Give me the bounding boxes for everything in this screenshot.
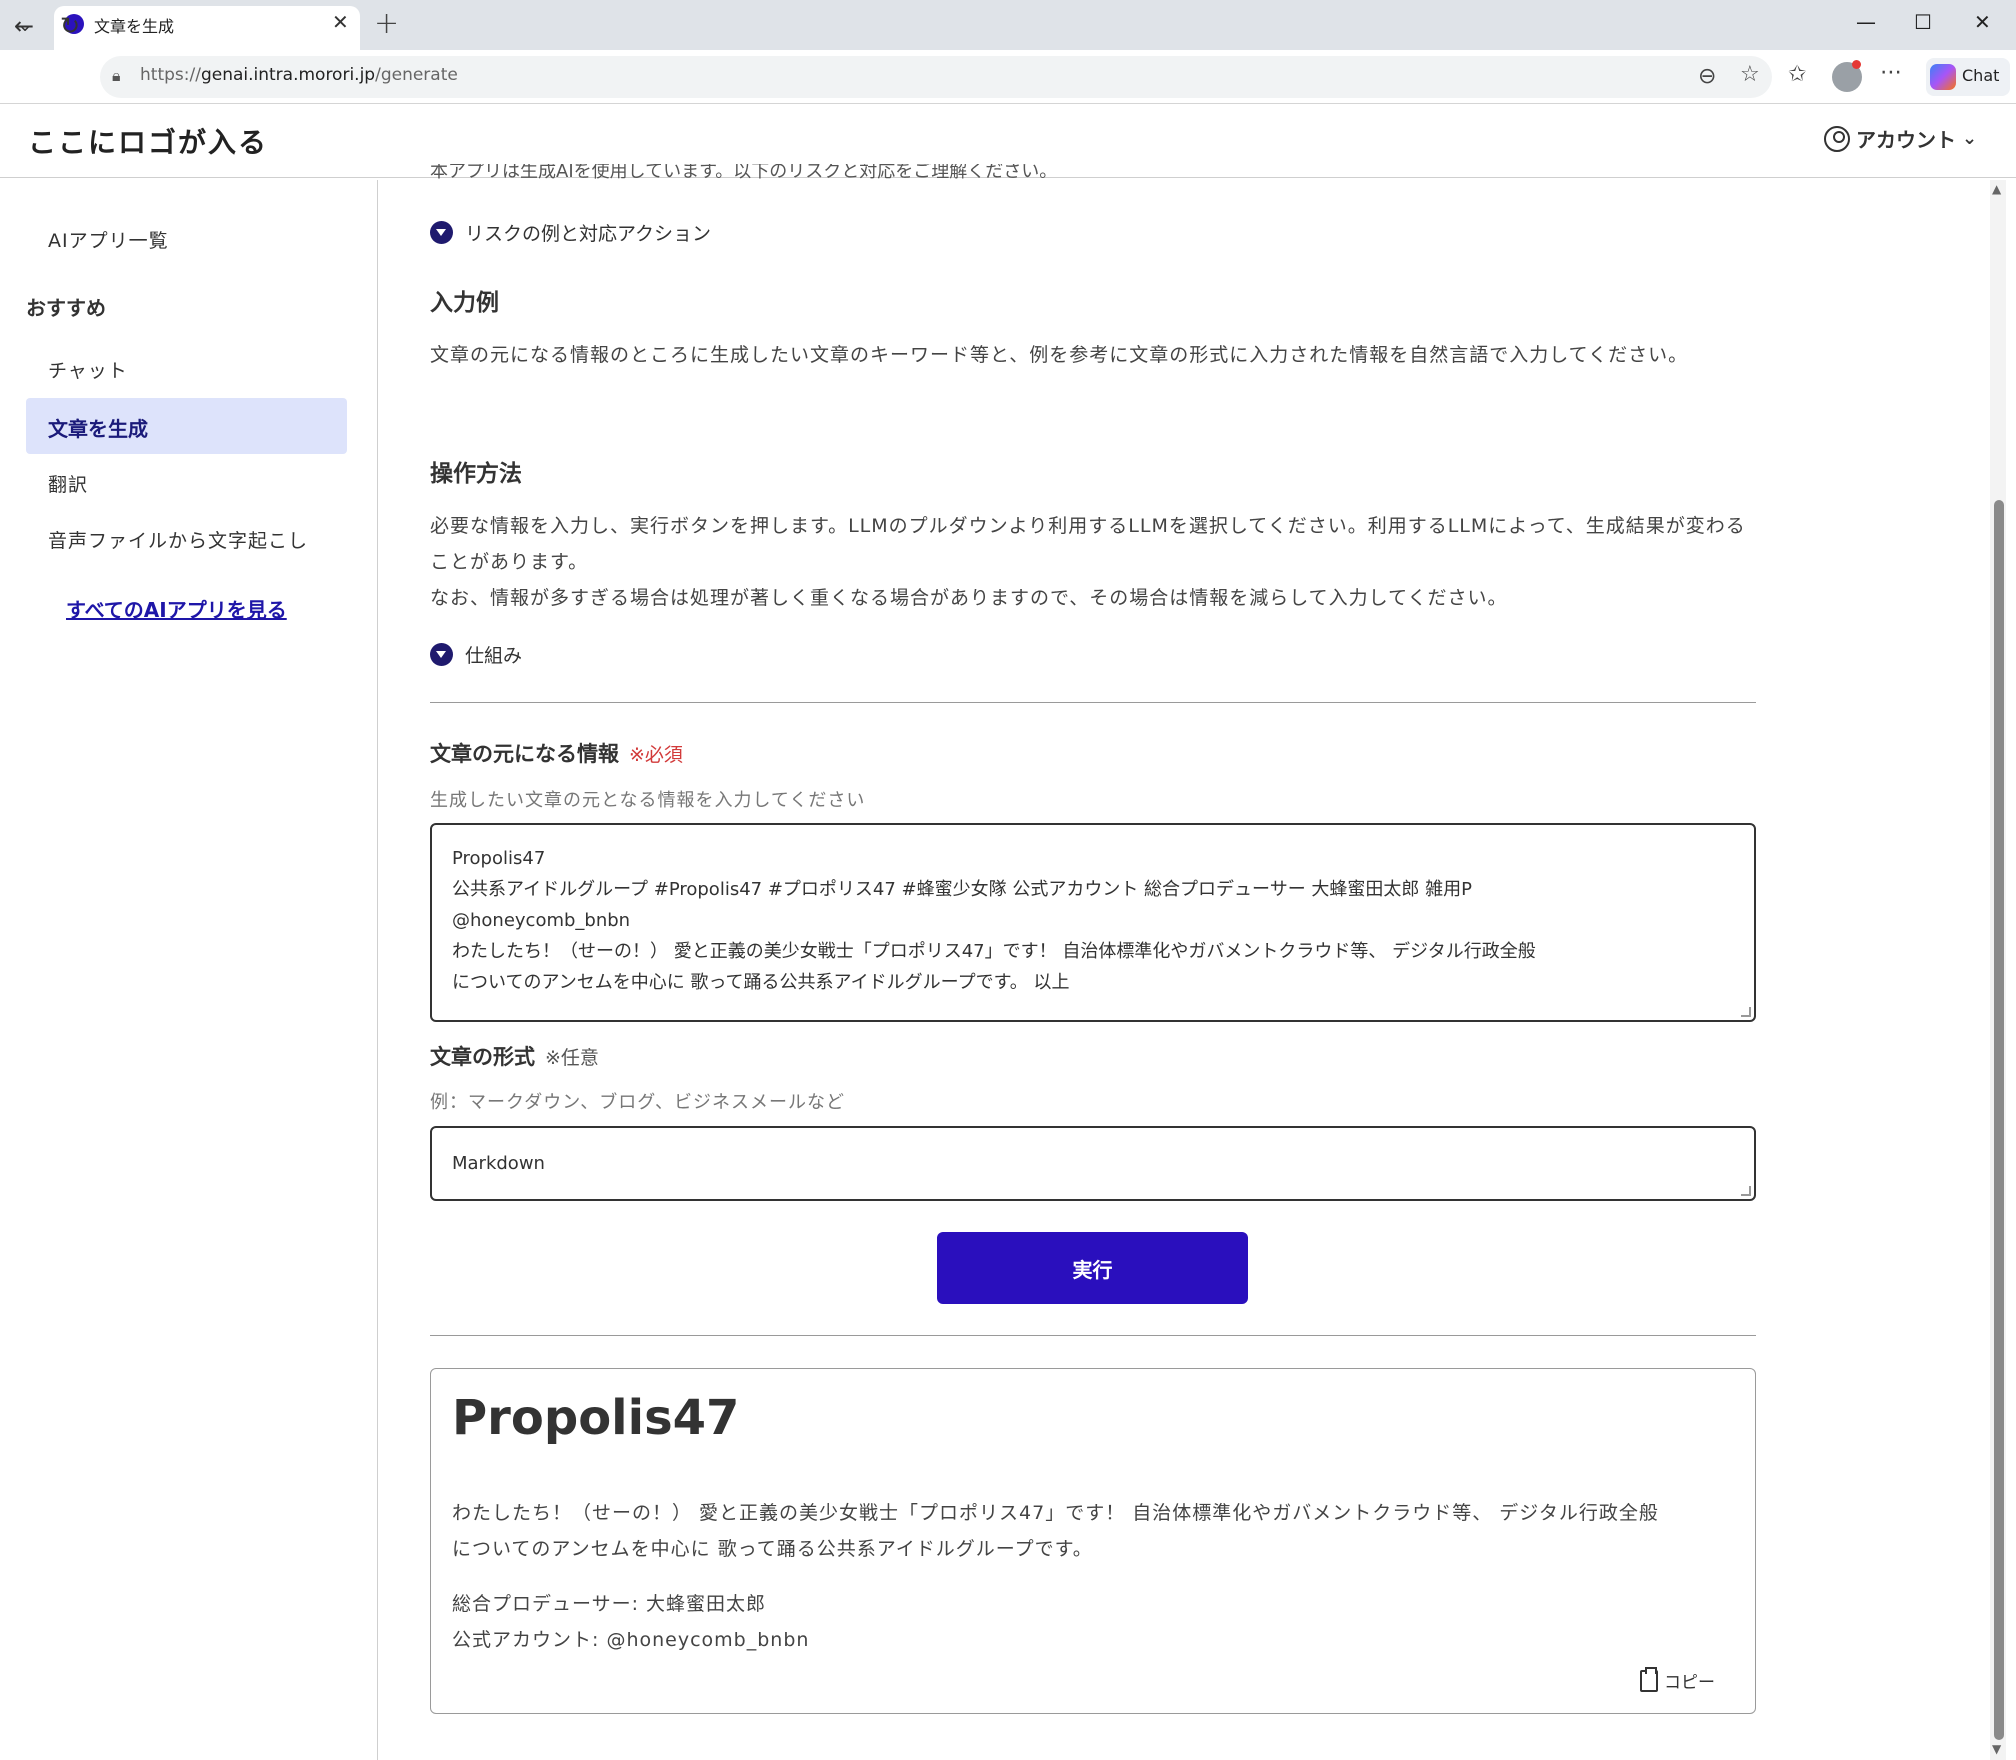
input-example-heading: 入力例 [430, 290, 499, 316]
section-divider [430, 702, 1756, 703]
tab-title: 文章を生成 [94, 17, 175, 36]
page-scrollbar-thumb[interactable] [1994, 500, 2004, 1740]
sidebar-item-chat[interactable]: チャット [48, 356, 128, 383]
mechanism-toggle-label: 仕組み [465, 645, 523, 667]
chevron-down-circle-icon [430, 643, 453, 666]
textarea-line: @honeycomb_bnbn [452, 910, 631, 931]
reader-mode-icon[interactable]: ⊖ [1698, 64, 1716, 89]
optional-badge: ※任意 [545, 1047, 599, 1069]
app-logo[interactable]: ここにロゴが入る [28, 121, 268, 161]
scroll-up-arrow-icon[interactable]: ▲ [1992, 182, 2001, 196]
scroll-down-arrow-icon[interactable]: ▼ [1992, 1742, 2001, 1756]
chevron-down-circle-icon [430, 221, 453, 244]
copy-label: コピー [1664, 1673, 1715, 1693]
chat-button-label: Chat [1962, 66, 2000, 85]
resize-handle[interactable] [1741, 1186, 1751, 1196]
clipboard-icon [1640, 1666, 1658, 1692]
source-info-textarea[interactable]: Propolis47 公共系アイドルグループ #Propolis47 #プロポリ… [430, 823, 1756, 1022]
textarea-line: Propolis47 [452, 848, 546, 869]
copilot-logo-icon [1930, 64, 1956, 90]
required-badge: ※必須 [629, 744, 683, 766]
result-title: Propolis47 [452, 1390, 740, 1446]
result-account: 公式アカウント: @honeycomb_bnbn [452, 1629, 810, 1651]
account-label: アカウント [1856, 128, 1956, 152]
tab-close-icon[interactable]: ✕ [332, 10, 349, 34]
account-menu-button[interactable]: アカウント ⌄ [1824, 124, 1977, 153]
textarea-line: わたしたち！（せーの！） 愛と正義の美少女戦士「プロポリス47」です！ 自治体標… [452, 941, 1536, 962]
sidebar-item-transcribe[interactable]: 音声ファイルから文字起こし [48, 526, 308, 553]
minimize-icon[interactable]: — [1856, 10, 1876, 34]
sidebar-item-ai-apps[interactable]: AIアプリ一覧 [48, 226, 169, 253]
maximize-icon[interactable]: ☐ [1914, 10, 1932, 34]
risk-toggle-label: リスクの例と対応アクション [465, 223, 712, 245]
chevron-down-icon: ⌄ [1962, 128, 1978, 149]
reload-icon[interactable]: ↻ [60, 12, 80, 40]
format-label: 文章の形式 ※任意 [430, 1045, 599, 1069]
format-textarea[interactable]: Markdown [430, 1126, 1756, 1201]
profile-notification-dot [1852, 60, 1861, 69]
account-user-icon [1824, 125, 1850, 152]
window-close-icon[interactable]: ✕ [1974, 10, 1991, 34]
format-hint: 例：マークダウン、ブログ、ビジネスメールなど [430, 1092, 845, 1113]
sidebar-item-generate[interactable]: 文章を生成 [48, 413, 148, 442]
textarea-line: についてのアンセムを中心に 歌って踊る公共系アイドルグループです。 以上 [452, 972, 1070, 993]
how-to-text-2: なお、情報が多すぎる場合は処理が著しく重くなる場合がありますので、その場合は情報… [430, 587, 1508, 609]
result-paragraph-line-2: についてのアンセムを中心に 歌って踊る公共系アイドルグループです。 [452, 1538, 1093, 1560]
sidebar-item-translate[interactable]: 翻訳 [48, 470, 88, 497]
result-paragraph-line-1: わたしたち！（せーの！） 愛と正義の美少女戦士「プロポリス47」です！ 自治体標… [452, 1502, 1659, 1524]
resize-handle[interactable] [1741, 1007, 1751, 1017]
section-divider [430, 1335, 1756, 1336]
new-tab-plus-icon[interactable]: + [374, 6, 399, 41]
mechanism-toggle[interactable]: 仕組み [430, 641, 522, 668]
run-button[interactable]: 実行 [937, 1232, 1248, 1304]
all-ai-apps-link[interactable]: すべてのAIアプリを見る [66, 594, 287, 623]
more-menu-icon[interactable]: ⋯ [1880, 60, 1902, 85]
result-producer: 総合プロデューサー: 大蜂蜜田太郎 [452, 1593, 767, 1615]
clipped-notice-text: 本アプリは生成AIを使用しています。以下のリスクと対応をご理解ください。 [430, 164, 1058, 180]
lock-icon[interactable]: 🔒︎ [112, 66, 121, 86]
input-example-text: 文章の元になる情報のところに生成したい文章のキーワード等と、例を参考に文章の形式… [430, 344, 1689, 366]
favorite-star-icon[interactable]: ☆ [1740, 62, 1760, 87]
source-info-hint: 生成したい文章の元となる情報を入力してください [430, 790, 866, 811]
copy-button[interactable]: コピー [1640, 1666, 1715, 1693]
risk-examples-toggle[interactable]: リスクの例と対応アクション [430, 219, 711, 246]
source-info-label: 文章の元になる情報 ※必須 [430, 742, 683, 766]
sidebar-heading-recommended: おすすめ [26, 296, 106, 320]
url-text[interactable]: https://genai.intra.morori.jp/generate [140, 65, 458, 85]
format-value: Markdown [452, 1153, 545, 1174]
back-arrow-icon[interactable]: ← [14, 12, 34, 40]
how-to-text-1: 必要な情報を入力し、実行ボタンを押します。LLMのプルダウンより利用するLLMを… [430, 515, 1746, 573]
favorites-list-icon[interactable]: ✩ [1788, 62, 1806, 87]
how-to-heading: 操作方法 [430, 461, 522, 487]
textarea-line: 公共系アイドルグループ #Propolis47 #プロポリス47 #蜂蜜少女隊 … [452, 879, 1472, 900]
